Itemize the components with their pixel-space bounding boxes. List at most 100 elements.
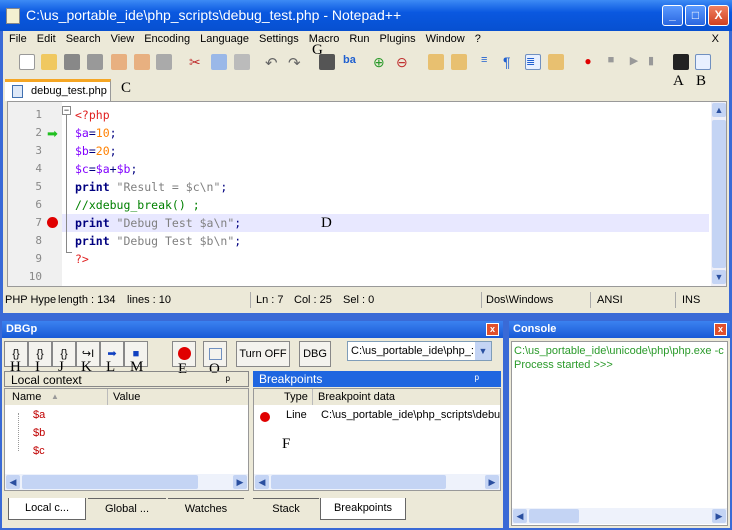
pin-icon[interactable]: ᵖ — [225, 372, 230, 388]
tab-stack[interactable]: Stack — [253, 498, 319, 520]
tab-debug-test[interactable]: debug_test.php — [5, 79, 111, 101]
menu-settings[interactable]: Settings — [259, 33, 299, 45]
menu-language[interactable]: Language — [200, 33, 249, 45]
console-icon[interactable] — [673, 54, 689, 70]
horizontal-scrollbar[interactable]: ◀ ▶ — [5, 474, 248, 490]
tab-breakpoints[interactable]: Breakpoints — [320, 498, 406, 520]
breakpoint-icon[interactable] — [47, 217, 58, 228]
tab-local-context[interactable]: Local c... — [8, 498, 86, 520]
code-line[interactable]: print "Result = $c\n"; — [75, 178, 227, 196]
menu-search[interactable]: Search — [66, 33, 101, 45]
dbg-button[interactable]: DBG — [299, 341, 331, 367]
copy-icon[interactable] — [211, 54, 227, 70]
code-line[interactable]: print "Debug Test $a\n"; — [75, 214, 241, 232]
close-file-icon[interactable] — [111, 54, 127, 70]
code-line[interactable]: $a=10; — [75, 124, 117, 142]
status-ln: Ln : 7 — [256, 294, 284, 306]
column-name[interactable]: Name — [12, 389, 41, 405]
close-document-button[interactable]: X — [712, 31, 719, 48]
tab-global-context[interactable]: Global ... — [88, 498, 166, 520]
run-macro-multiple-icon[interactable]: ▮ — [648, 54, 664, 70]
console-output[interactable]: C:\us_portable_ide\unicode\php\php.exe -… — [511, 341, 728, 526]
minimize-button[interactable]: _ — [662, 5, 683, 26]
var-a[interactable]: $a — [33, 409, 45, 421]
maximize-button[interactable]: □ — [685, 5, 706, 26]
code-token: <?php — [75, 108, 110, 122]
tab-watches[interactable]: Watches — [168, 498, 244, 520]
console-close-button[interactable]: x — [714, 323, 727, 336]
scroll-right-arrow[interactable]: ▶ — [485, 475, 499, 489]
word-wrap-icon[interactable]: ≡ — [481, 54, 497, 70]
var-c[interactable]: $c — [33, 445, 45, 457]
horizontal-scrollbar[interactable]: ◀ ▶ — [512, 508, 727, 524]
var-b[interactable]: $b — [33, 427, 45, 439]
code-editor[interactable]: − ➡ 1 2 3 4 5 6 7 8 9 10 <?php $a=10; $b=20; $c=$a+$b… — [7, 101, 727, 287]
play-macro-icon[interactable]: ▶ — [626, 54, 642, 70]
turn-off-button[interactable]: Turn OFF — [236, 341, 290, 367]
menu-view[interactable]: View — [111, 33, 135, 45]
record-macro-icon[interactable]: ● — [580, 54, 596, 70]
code-line[interactable]: $c=$a+$b; — [75, 160, 137, 178]
close-button[interactable]: X — [708, 5, 729, 26]
menu-help[interactable]: ? — [475, 33, 481, 45]
redo-icon[interactable]: ↷ — [288, 54, 304, 72]
local-context-list[interactable]: Name ▲ Value $a $b $c ◀ ▶ — [4, 388, 249, 491]
menu-window[interactable]: Window — [426, 33, 465, 45]
scroll-thumb[interactable] — [712, 120, 726, 268]
scroll-thumb[interactable] — [529, 509, 579, 523]
menu-encoding[interactable]: Encoding — [144, 33, 190, 45]
scroll-thumb[interactable] — [271, 475, 446, 489]
horizontal-scrollbar[interactable]: ◀ ▶ — [254, 474, 500, 490]
code-line[interactable]: $b=20; — [75, 142, 117, 160]
menu-plugins[interactable]: Plugins — [380, 33, 416, 45]
dbgp-close-button[interactable]: x — [486, 323, 499, 336]
code-line[interactable]: print "Debug Test $b\n"; — [75, 232, 241, 250]
scroll-thumb[interactable] — [22, 475, 198, 489]
close-all-icon[interactable] — [134, 54, 150, 70]
column-type[interactable]: Type — [284, 389, 308, 405]
print-icon[interactable] — [156, 54, 172, 70]
scroll-up-arrow[interactable]: ▲ — [712, 103, 726, 117]
vertical-scrollbar[interactable]: ▲ ▼ — [711, 102, 726, 286]
step-out-button[interactable]: {} — [52, 341, 76, 367]
step-over-button[interactable]: {} — [28, 341, 52, 367]
zoom-out-icon[interactable]: ⊖ — [396, 54, 412, 70]
cut-icon[interactable]: ✂ — [189, 54, 205, 70]
fold-toggle-icon[interactable]: − — [62, 106, 71, 115]
sync-horizontal-icon[interactable] — [451, 54, 467, 70]
menu-file[interactable]: File — [9, 33, 27, 45]
scroll-down-arrow[interactable]: ▼ — [712, 270, 726, 284]
scroll-right-arrow[interactable]: ▶ — [233, 475, 247, 489]
path-select[interactable]: C:\us_portable_ide\php_: ▼ — [347, 341, 492, 361]
user-lang-icon[interactable] — [548, 54, 564, 70]
paste-icon[interactable] — [234, 54, 250, 70]
dbgp-icon[interactable] — [695, 54, 711, 70]
scroll-left-arrow[interactable]: ◀ — [513, 509, 527, 523]
new-file-icon[interactable] — [19, 54, 35, 70]
menu-run[interactable]: Run — [349, 33, 369, 45]
pin-icon[interactable]: ᵖ — [474, 371, 479, 387]
code-line[interactable]: <?php — [75, 106, 110, 124]
save-icon[interactable] — [64, 54, 80, 70]
stop-macro-icon[interactable]: ■ — [603, 54, 619, 70]
bp-data[interactable]: C:\us_portable_ide\php_scripts\debu — [321, 409, 500, 421]
show-all-chars-icon[interactable]: ¶ — [503, 54, 519, 70]
indent-guide-icon[interactable]: ≣ — [525, 54, 541, 70]
code-line[interactable]: //xdebug_break() ; — [75, 196, 200, 214]
save-all-icon[interactable] — [87, 54, 103, 70]
undo-icon[interactable]: ↶ — [265, 54, 281, 72]
scroll-left-arrow[interactable]: ◀ — [255, 475, 269, 489]
bp-type[interactable]: Line — [286, 409, 307, 421]
zoom-in-icon[interactable]: ⊕ — [373, 54, 389, 70]
chevron-down-icon[interactable]: ▼ — [475, 342, 491, 360]
open-file-icon[interactable] — [41, 54, 57, 70]
sync-vertical-icon[interactable] — [428, 54, 444, 70]
menu-edit[interactable]: Edit — [37, 33, 56, 45]
scroll-right-arrow[interactable]: ▶ — [712, 509, 726, 523]
replace-icon[interactable]: ba — [343, 54, 359, 70]
column-breakpoint-data[interactable]: Breakpoint data — [312, 389, 395, 405]
scroll-left-arrow[interactable]: ◀ — [6, 475, 20, 489]
column-value[interactable]: Value — [107, 389, 140, 405]
breakpoints-list[interactable]: Type Breakpoint data Line C:\us_portable… — [253, 388, 501, 491]
code-line[interactable]: ?> — [75, 250, 89, 268]
